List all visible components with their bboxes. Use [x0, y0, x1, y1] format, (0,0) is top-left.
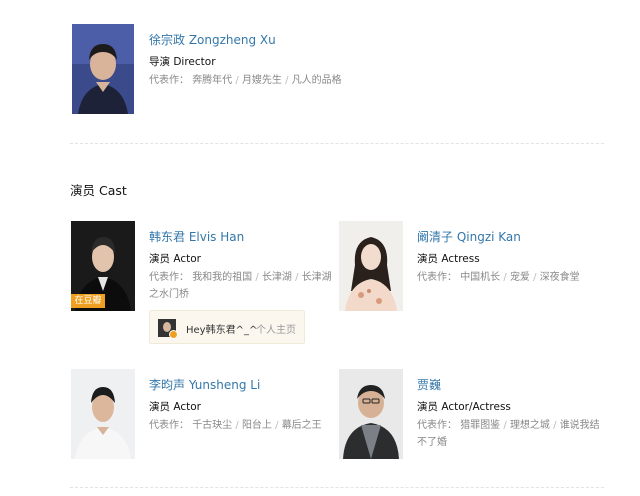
separator: /: [235, 75, 239, 86]
work-title: 凡人的品格: [291, 75, 342, 86]
work-title: 深夜食堂: [539, 272, 580, 283]
works-prefix: 代表作：: [417, 272, 457, 283]
hey-profile-card[interactable]: Hey韩东君^_^ 个人主页: [149, 310, 305, 344]
separator: /: [503, 272, 507, 283]
work-title: 中国机长: [460, 272, 501, 283]
cast-name-jia-wei[interactable]: 贾巍: [417, 376, 441, 393]
work-title: 我和我的祖国: [192, 272, 253, 283]
cast-role: 演员 Actor: [149, 253, 201, 265]
separator: /: [553, 420, 557, 431]
work-title: 宠爱: [509, 272, 530, 283]
cast-works: 代表作： 中国机长 / 宠爱 / 深夜食堂: [417, 269, 617, 286]
section-divider: [70, 143, 604, 144]
hey-greeting: Hey韩东君^_^: [186, 325, 258, 336]
cast-name-qingzi-kan[interactable]: 阚清子 Qingzi Kan: [417, 228, 521, 245]
separator: /: [295, 272, 299, 283]
work-title: 幕后之王: [281, 420, 322, 431]
works-prefix: 代表作：: [149, 75, 189, 86]
works-prefix: 代表作：: [149, 272, 189, 283]
separator: /: [275, 420, 279, 431]
work-title: 奔腾年代: [192, 75, 233, 86]
cast-role: 演员 Actor: [149, 401, 201, 413]
works-prefix: 代表作：: [149, 420, 189, 431]
director-role: 导演 Director: [149, 56, 216, 68]
separator: /: [533, 272, 537, 283]
cast-name-yunsheng-li[interactable]: 李昀声 Yunsheng Li: [149, 376, 260, 393]
work-title: 千古玦尘: [192, 420, 233, 431]
cast-works: 代表作： 我和我的祖国 / 长津湖 / 长津湖之水门桥: [149, 269, 339, 303]
director-name[interactable]: 徐宗政 Zongzheng Xu: [149, 31, 276, 48]
section-divider: [70, 487, 604, 488]
director-works: 代表作： 奔腾年代 / 月嫂先生 / 凡人的品格: [149, 72, 349, 89]
director-photo[interactable]: [72, 24, 134, 114]
work-title: 阳台上: [241, 420, 272, 431]
separator: /: [503, 420, 507, 431]
cast-works: 代表作： 千古玦尘 / 阳台上 / 幕后之王: [149, 417, 349, 434]
cast-section-title: 演员 Cast: [70, 183, 127, 198]
cast-works: 代表作： 猎罪图鉴 / 理想之城 / 谁说我结不了婚: [417, 417, 607, 451]
separator: /: [235, 420, 239, 431]
work-title: 理想之城: [509, 420, 550, 431]
douban-tag[interactable]: 在豆瓣: [71, 294, 105, 308]
separator: /: [255, 272, 259, 283]
cast-role: 演员 Actor/Actress: [417, 401, 511, 413]
profile-link[interactable]: 个人主页: [256, 321, 296, 336]
works-prefix: 代表作：: [417, 420, 457, 431]
separator: /: [285, 75, 289, 86]
work-title: 猎罪图鉴: [460, 420, 501, 431]
cast-role: 演员 Actress: [417, 253, 480, 265]
work-title: 月嫂先生: [241, 75, 282, 86]
cast-photo-yunsheng-li[interactable]: [71, 369, 135, 459]
work-title: 长津湖: [261, 272, 292, 283]
verified-badge-icon: [169, 330, 178, 339]
cast-photo-qingzi-kan[interactable]: [339, 221, 403, 311]
cast-photo-jia-wei[interactable]: [339, 369, 403, 459]
cast-name-elvis-han[interactable]: 韩东君 Elvis Han: [149, 228, 244, 245]
